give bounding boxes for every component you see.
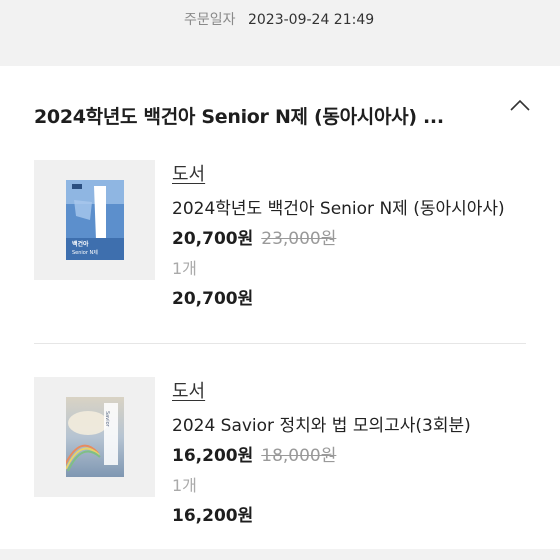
item-name[interactable]: 2024학년도 백건아 Senior N제 (동아시아사) — [172, 194, 505, 219]
order-date-label: 주문일자 — [184, 12, 236, 28]
chevron-up-icon[interactable] — [508, 96, 532, 116]
product-thumbnail[interactable]: 백건아 Senior N제 — [34, 160, 155, 280]
sale-price: 20,700원 — [172, 229, 254, 249]
item-quantity: 1개 — [172, 476, 197, 495]
sale-price: 16,200원 — [172, 446, 254, 466]
item-category-link[interactable]: 도서 — [172, 377, 205, 403]
book-cover-image: Savior — [66, 397, 124, 477]
item-total: 16,200원 — [172, 506, 254, 526]
item-total: 20,700원 — [172, 289, 254, 309]
price-row: 20,700원 23,000원 — [172, 224, 336, 249]
book-cover-image: 백건아 Senior N제 — [66, 180, 124, 260]
original-price: 18,000원 — [261, 446, 337, 466]
cover-subtitle: Senior N제 — [72, 249, 98, 256]
order-info-band: · · · · · · · · · · · · · · · 주문일자 2023-… — [0, 0, 560, 66]
cover-title: 백건아 — [72, 240, 89, 248]
item-quantity: 1개 — [172, 259, 197, 278]
item-divider — [34, 343, 526, 344]
order-title: 2024학년도 백건아 Senior N제 (동아시아사) ... — [34, 106, 444, 128]
clipped-header-text: · · · · · · · · · · · · · · · — [0, 0, 560, 4]
price-row: 16,200원 18,000원 — [172, 441, 336, 466]
cover-title: Savior — [104, 411, 110, 428]
item-name[interactable]: 2024 Savior 정치와 법 모의고사(3회분) — [172, 411, 471, 436]
section-separator — [0, 549, 560, 560]
product-thumbnail[interactable]: Savior — [34, 377, 155, 497]
item-category-link[interactable]: 도서 — [172, 160, 205, 186]
original-price: 23,000원 — [261, 229, 337, 249]
order-date-row: 주문일자 2023-09-24 21:49 — [184, 9, 374, 29]
order-date-value: 2023-09-24 21:49 — [247, 12, 375, 28]
